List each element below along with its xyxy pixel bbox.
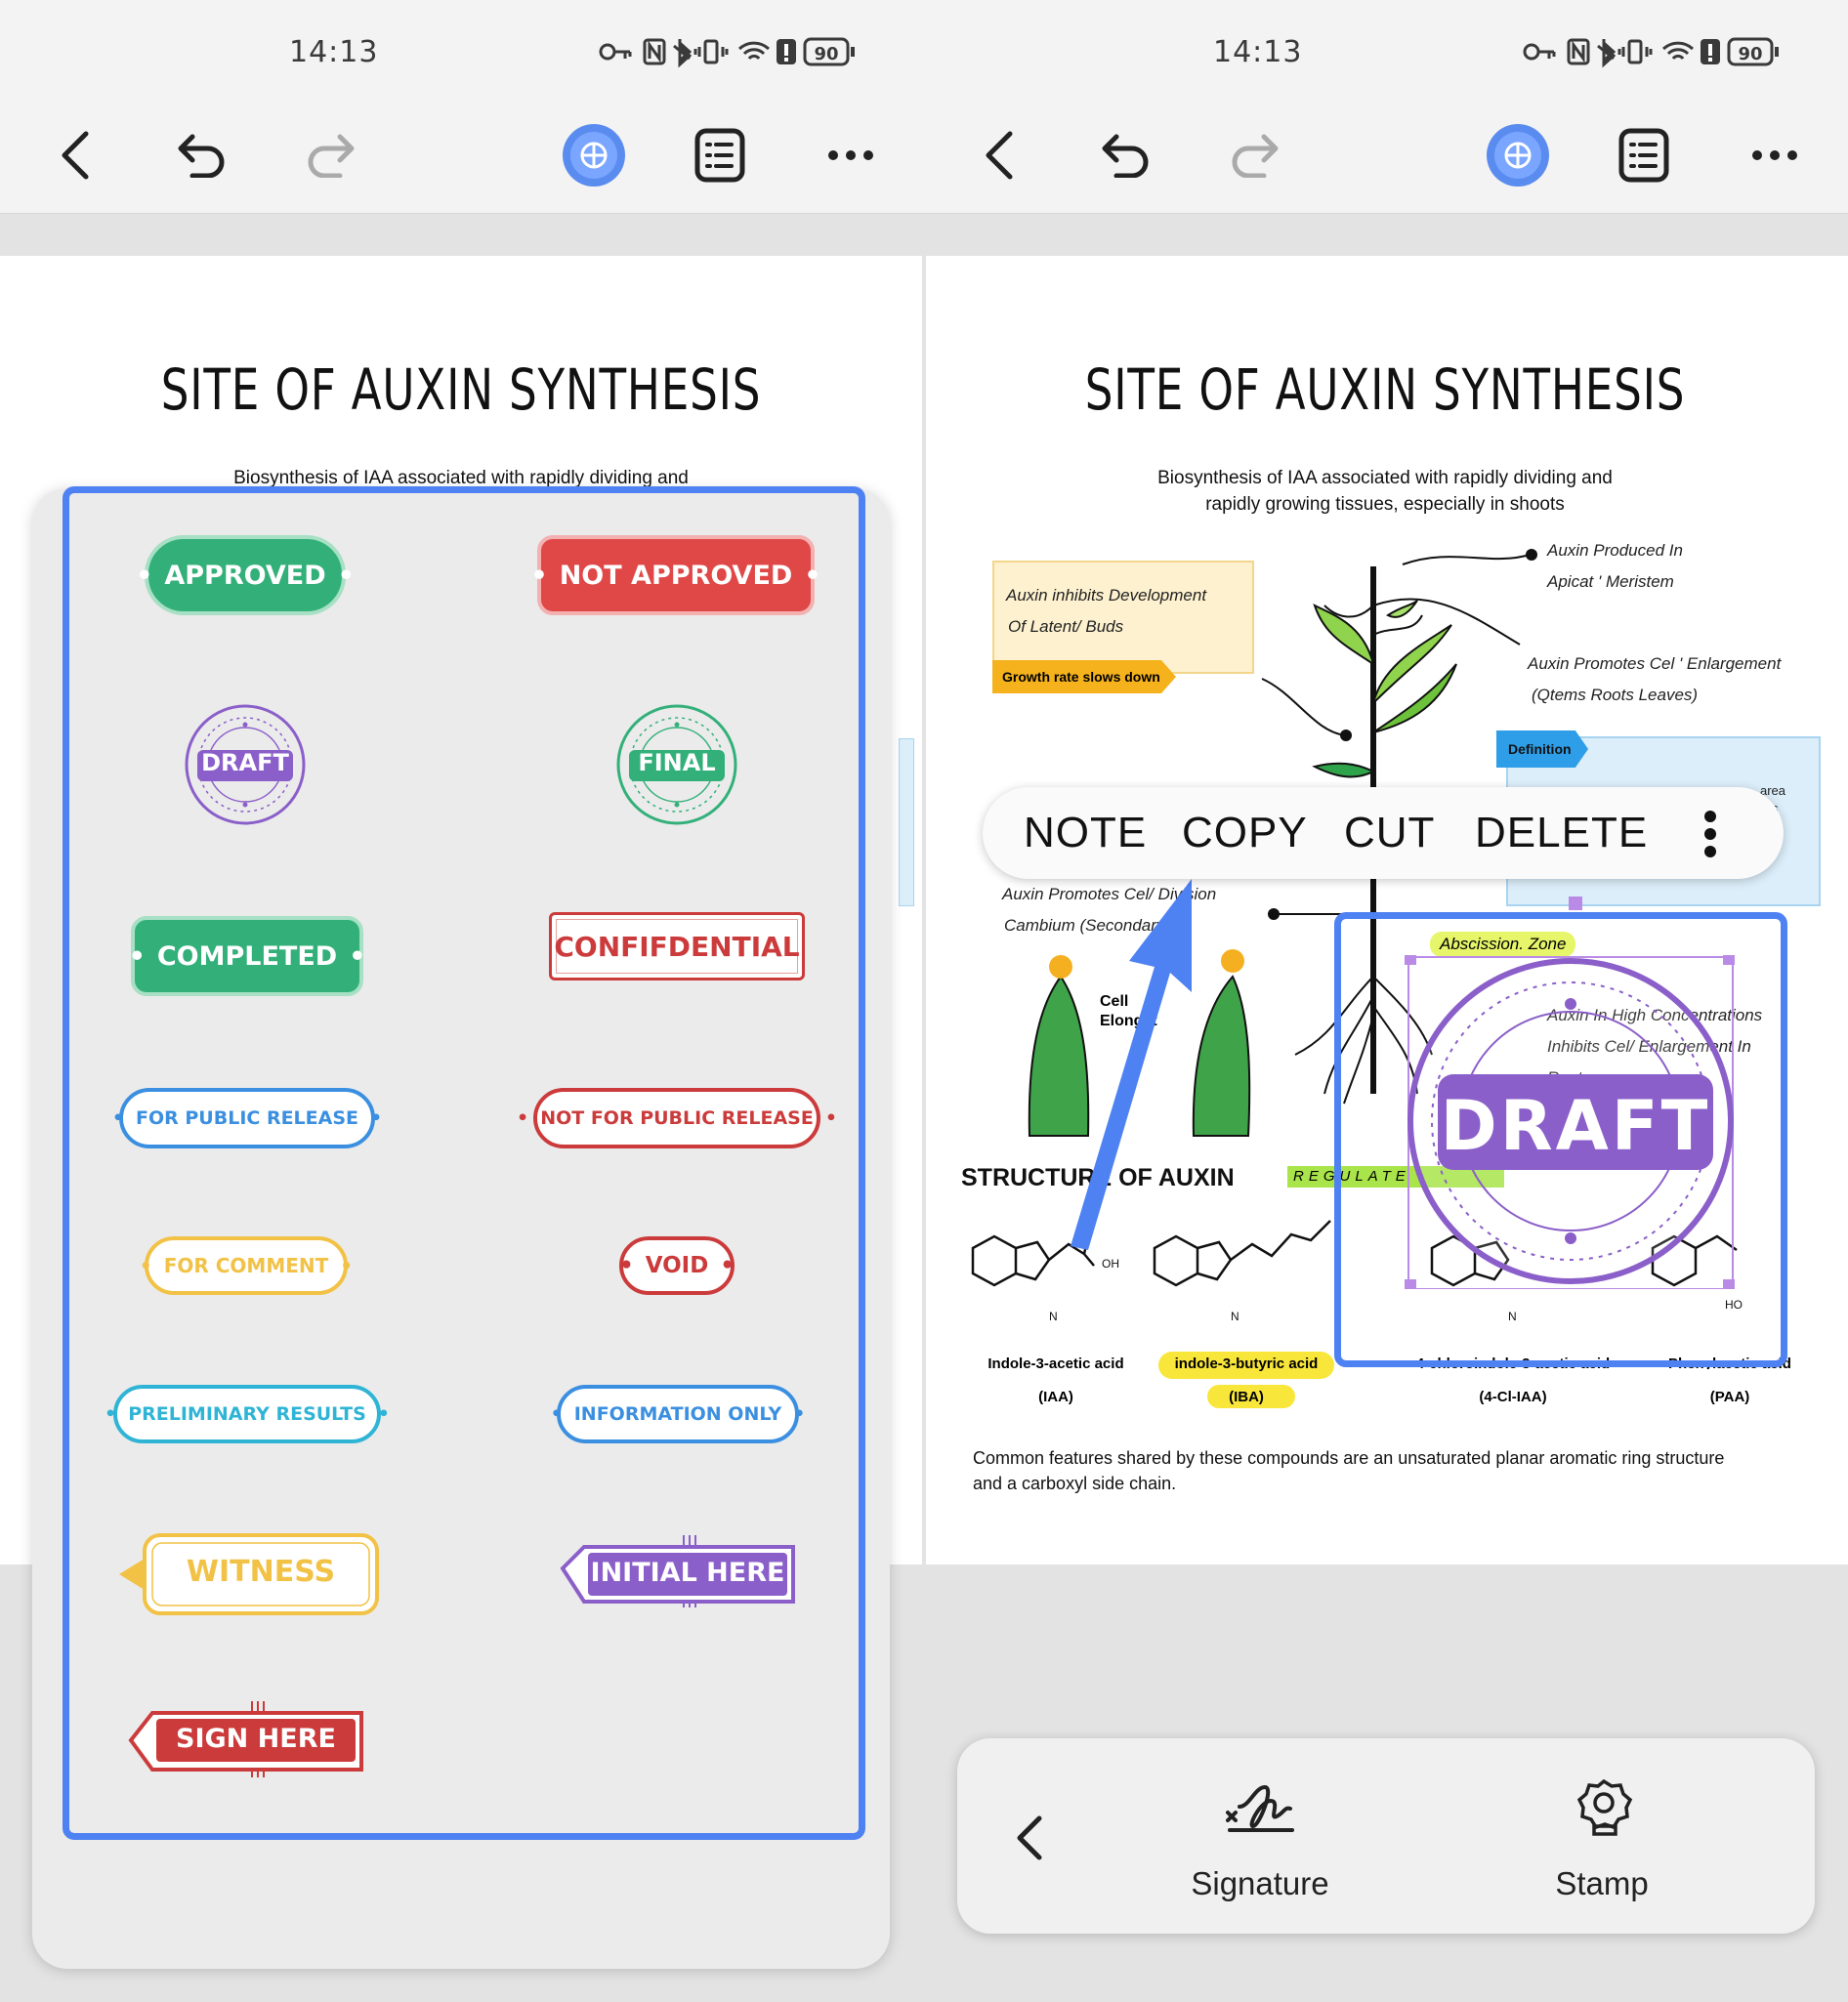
ai-assistant-button[interactable] (560, 121, 628, 189)
selection-highlight (1334, 912, 1787, 1367)
ai-assistant-icon (1487, 124, 1549, 187)
left-screen: 14:13 90 SITE OF AUXIN SYNTHESIS Biosynt… (0, 0, 924, 2002)
annotation-bottom-bar: Signature Stamp (957, 1738, 1815, 1934)
definition-box-edge (899, 738, 914, 906)
compound-abbr-1: (IAA) (1038, 1389, 1073, 1405)
chevron-left-icon (986, 131, 1013, 180)
undo-icon (1102, 134, 1149, 178)
document-title: SITE OF AUXIN SYNTHESIS (160, 356, 762, 423)
promotes-line1: Auxin Promotes Cel ' Enlargement (1528, 654, 1782, 673)
stamp-label: Stamp (1555, 1865, 1649, 1901)
status-bar: 14:13 90 (924, 0, 1848, 102)
produced-line1: Auxin Produced In (1547, 541, 1683, 560)
compound-name-1: Indole-3-acetic acid (987, 1356, 1124, 1372)
toolbar (0, 102, 924, 214)
undo-button[interactable] (168, 121, 236, 189)
battery-level: 90 (1738, 44, 1762, 64)
menu-cut[interactable]: CUT (1344, 809, 1435, 857)
more-horizontal-icon (1752, 150, 1797, 160)
outline-button[interactable] (686, 121, 754, 189)
chevron-left-icon (1017, 1815, 1042, 1860)
definition-tag: Definition (1496, 730, 1588, 768)
back-button[interactable] (966, 121, 1034, 189)
footer-line2: and a carboxyl side chain. (973, 1474, 1177, 1493)
svg-text:OH: OH (1102, 1257, 1119, 1271)
menu-copy[interactable]: COPY (1182, 809, 1308, 857)
bottom-back-button[interactable] (1012, 1811, 1051, 1865)
compound-abbr-2: (IBA) (1229, 1389, 1264, 1405)
more-button[interactable] (817, 121, 885, 189)
toolbar (924, 102, 1848, 214)
annotation-arrow (1071, 879, 1192, 1250)
rotate-handle[interactable] (1569, 897, 1582, 910)
back-button[interactable] (42, 121, 110, 189)
svg-text:N: N (1049, 1310, 1058, 1323)
status-time: 14:13 (1213, 35, 1303, 69)
compound-abbr-4: (PAA) (1709, 1389, 1750, 1405)
battery-level: 90 (814, 44, 838, 64)
list-icon (694, 128, 745, 183)
outline-button[interactable] (1610, 121, 1678, 189)
more-button[interactable] (1741, 121, 1809, 189)
signature-button[interactable]: Signature (1182, 1777, 1338, 1914)
more-vertical-icon[interactable] (1703, 811, 1717, 857)
svg-text:N: N (1231, 1310, 1239, 1323)
status-bar: 14:13 90 (0, 0, 924, 102)
document-title: SITE OF AUXIN SYNTHESIS (1084, 356, 1686, 423)
promotes-line2: (Qtems Roots Leaves) (1532, 686, 1699, 704)
ai-assistant-icon (563, 124, 625, 187)
document-subtitle-line2: rapidly growing tissues, especially in s… (1205, 494, 1565, 515)
ai-assistant-button[interactable] (1484, 121, 1552, 189)
undo-button[interactable] (1092, 121, 1160, 189)
document-subtitle-line1: Biosynthesis of IAA associated with rapi… (1157, 468, 1613, 488)
stamp-button[interactable]: Stamp (1524, 1777, 1680, 1914)
context-menu: NOTE COPY CUT DELETE (983, 787, 1784, 879)
status-icons: 90 (599, 37, 855, 68)
menu-note[interactable]: NOTE (1024, 809, 1147, 857)
signature-label: Signature (1191, 1865, 1329, 1901)
compound-name-2: indole-3-butyric acid (1174, 1356, 1319, 1372)
redo-icon (1232, 134, 1279, 178)
menu-delete[interactable]: DELETE (1475, 809, 1648, 857)
signature-icon (1226, 1784, 1294, 1832)
right-screen: 14:13 90 SITE OF AUXIN SYNTHESIS Biosynt… (924, 0, 1848, 2002)
note-box-line2: Of Latent/ Buds (1008, 617, 1124, 636)
undo-icon (178, 134, 225, 178)
more-horizontal-icon (828, 150, 873, 160)
chevron-left-icon (62, 131, 89, 180)
footer-line1: Common features shared by these compound… (973, 1448, 1725, 1468)
note-box-line1: Auxin inhibits Development (1006, 586, 1207, 605)
produced-line2: Apicat ' Meristem (1547, 572, 1674, 591)
compound-abbr-3: (4-Cl-IAA) (1479, 1389, 1547, 1405)
status-time: 14:13 (289, 35, 379, 69)
redo-icon (308, 134, 355, 178)
status-icons: 90 (1523, 37, 1779, 68)
stamp-icon (1576, 1778, 1633, 1836)
growth-tag: Growth rate slows down (992, 660, 1176, 693)
stamp-list-highlight (63, 486, 865, 1840)
redo-button[interactable] (1220, 121, 1288, 189)
redo-button[interactable] (296, 121, 364, 189)
list-icon (1618, 128, 1669, 183)
